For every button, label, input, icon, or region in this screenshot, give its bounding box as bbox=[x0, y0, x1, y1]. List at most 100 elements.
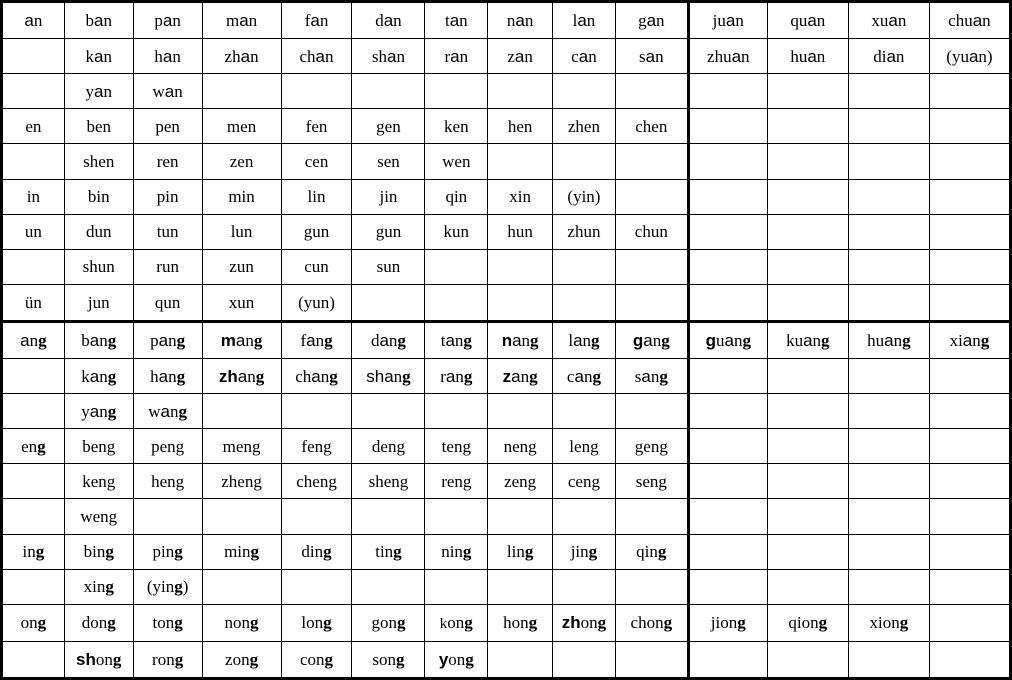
empty-cell bbox=[847, 213, 930, 250]
syllable-cell-yun: (yun) bbox=[280, 283, 353, 322]
empty-cell bbox=[552, 283, 616, 322]
final-label-ing: ing bbox=[0, 533, 65, 570]
empty-cell bbox=[552, 393, 616, 430]
final-label-empty bbox=[0, 143, 65, 180]
syllable-cell-ding: ding bbox=[280, 533, 353, 570]
syllable-cell-chun: chun bbox=[614, 213, 690, 250]
syllable-cell-ying: (ying) bbox=[132, 568, 203, 605]
empty-cell bbox=[766, 463, 849, 500]
syllable-cell-gang: gang bbox=[614, 319, 690, 359]
empty-cell bbox=[280, 393, 353, 430]
pinyin-table-body: an ban pan man fan dan tan nan lan gan juan quan xua… bbox=[0, 0, 1012, 680]
syllable-cell-gen: gen bbox=[351, 108, 426, 145]
syllable-cell-yuan: (yuan) bbox=[928, 38, 1012, 75]
syllable-cell-bing: bing bbox=[63, 533, 134, 570]
empty-cell bbox=[614, 178, 690, 215]
syllable-cell-neng: neng bbox=[487, 428, 554, 465]
syllable-cell-qun: qun bbox=[132, 283, 203, 322]
empty-cell bbox=[928, 357, 1012, 395]
syllable-cell-kang: kang bbox=[63, 357, 134, 395]
syllable-cell-lin: lin bbox=[280, 178, 353, 215]
syllable-cell-teng: teng bbox=[424, 428, 489, 465]
syllable-cell-bang: bang bbox=[63, 319, 134, 359]
final-label-ün: ün bbox=[0, 283, 65, 322]
empty-cell bbox=[424, 73, 489, 110]
empty-cell bbox=[847, 568, 930, 605]
syllable-cell-feng: feng bbox=[280, 428, 353, 465]
pinyin-finals-table: an ban pan man fan dan tan nan lan gan juan quan xua… bbox=[0, 0, 1012, 680]
final-label-empty bbox=[0, 640, 65, 680]
syllable-cell-ban: ban bbox=[63, 0, 134, 40]
syllable-cell-cheng: cheng bbox=[280, 463, 353, 500]
syllable-cell-ming: ming bbox=[201, 533, 282, 570]
empty-cell bbox=[847, 498, 930, 535]
empty-cell bbox=[687, 73, 768, 110]
syllable-cell-hen: hen bbox=[487, 108, 554, 145]
empty-cell bbox=[847, 248, 930, 285]
syllable-cell-hang: hang bbox=[132, 357, 203, 395]
empty-cell bbox=[614, 73, 690, 110]
syllable-cell-yan: yan bbox=[63, 73, 134, 110]
empty-cell bbox=[928, 603, 1012, 642]
syllable-cell-shen: shen bbox=[63, 143, 134, 180]
syllable-cell-min: min bbox=[201, 178, 282, 215]
syllable-cell-ting: ting bbox=[351, 533, 426, 570]
final-label-eng: eng bbox=[0, 428, 65, 465]
syllable-cell-han: han bbox=[132, 38, 203, 75]
syllable-cell-wen: wen bbox=[424, 143, 489, 180]
syllable-cell-wan: wan bbox=[132, 73, 203, 110]
syllable-cell-cong: cong bbox=[280, 640, 353, 680]
syllable-cell-bin: bin bbox=[63, 178, 134, 215]
syllable-cell-pen: pen bbox=[132, 108, 203, 145]
table-row: keng heng zheng cheng sheng reng zeng ceng seng bbox=[0, 463, 1012, 500]
empty-cell bbox=[687, 428, 768, 465]
syllable-cell-tang: tang bbox=[424, 319, 489, 359]
syllable-cell-zhen: zhen bbox=[552, 108, 616, 145]
syllable-cell-ning: ning bbox=[424, 533, 489, 570]
final-label-ang: ang bbox=[0, 319, 65, 359]
syllable-cell-yin: (yin) bbox=[552, 178, 616, 215]
empty-cell bbox=[766, 213, 849, 250]
table-row: un dun tun lun gun gun kun hun zhun chun bbox=[0, 213, 1012, 250]
empty-cell bbox=[766, 178, 849, 215]
empty-cell bbox=[766, 393, 849, 430]
syllable-cell-huan: huan bbox=[766, 38, 849, 75]
empty-cell bbox=[687, 640, 768, 680]
syllable-cell-heng: heng bbox=[132, 463, 203, 500]
syllable-cell-lun: lun bbox=[201, 213, 282, 250]
empty-cell bbox=[614, 393, 690, 430]
syllable-cell-seng: seng bbox=[614, 463, 690, 500]
empty-cell bbox=[687, 357, 768, 395]
syllable-cell-chong: chong bbox=[614, 603, 690, 642]
empty-cell bbox=[928, 393, 1012, 430]
table-row: kang hang zhang chang shang rang zang cang sang bbox=[0, 357, 1012, 395]
final-label-empty bbox=[0, 393, 65, 430]
empty-cell bbox=[766, 568, 849, 605]
syllable-cell-ceng: ceng bbox=[552, 463, 616, 500]
table-row: in bin pin min lin jin qin xin (yin) bbox=[0, 178, 1012, 215]
syllable-cell-geng: geng bbox=[614, 428, 690, 465]
empty-cell bbox=[847, 393, 930, 430]
table-row: shen ren zen cen sen wen bbox=[0, 143, 1012, 180]
syllable-cell-chen: chen bbox=[614, 108, 690, 145]
syllable-cell-peng: peng bbox=[132, 428, 203, 465]
syllable-cell-jun: jun bbox=[63, 283, 134, 322]
syllable-cell-juan: juan bbox=[687, 0, 768, 40]
empty-cell bbox=[928, 283, 1012, 322]
syllable-cell-zun: zun bbox=[201, 248, 282, 285]
syllable-cell-song: song bbox=[351, 640, 426, 680]
table-row: kan han zhan chan shan ran zan can san zhuan huan d… bbox=[0, 38, 1012, 75]
syllable-cell-jing: jing bbox=[552, 533, 616, 570]
syllable-cell-sang: sang bbox=[614, 357, 690, 395]
empty-cell bbox=[351, 393, 426, 430]
syllable-cell-chuan: chuan bbox=[928, 0, 1012, 40]
syllable-cell-man: man bbox=[201, 0, 282, 40]
syllable-cell-nan: nan bbox=[487, 0, 554, 40]
syllable-cell-tan: tan bbox=[424, 0, 489, 40]
syllable-cell-qing: qing bbox=[614, 533, 690, 570]
empty-cell bbox=[687, 248, 768, 285]
syllable-cell-chan: chan bbox=[280, 38, 353, 75]
syllable-cell-ping: ping bbox=[132, 533, 203, 570]
syllable-cell-tong: tong bbox=[132, 603, 203, 642]
syllable-cell-run: run bbox=[132, 248, 203, 285]
